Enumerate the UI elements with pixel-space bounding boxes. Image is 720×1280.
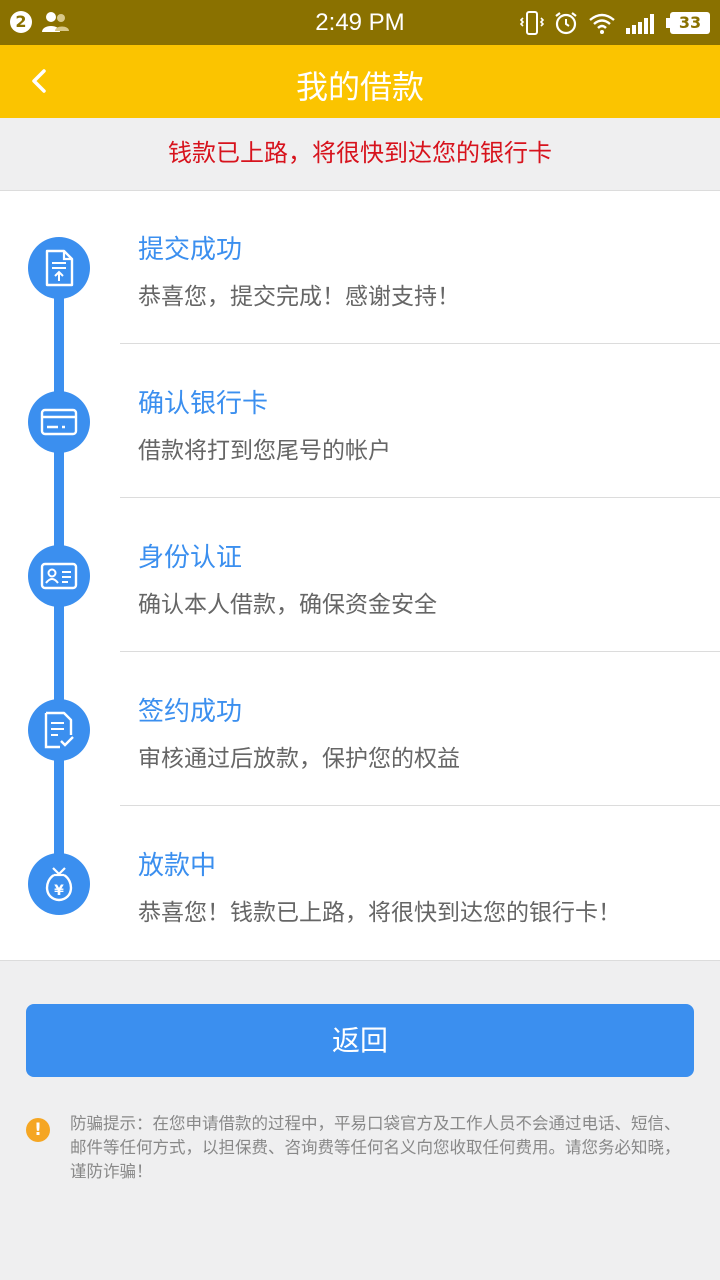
money-bag-icon: ¥: [28, 853, 90, 915]
step-description: 审核通过后放款，保护您的权益: [138, 746, 460, 772]
step-identity: 身份认证 确认本人借款，确保资金安全: [0, 499, 720, 652]
step-title: 签约成功: [138, 697, 243, 727]
document-upload-icon: [28, 237, 90, 299]
status-bar: 2 2:49 PM 33: [0, 0, 720, 45]
step-description: 确认本人借款，确保资金安全: [138, 592, 437, 618]
divider: [120, 343, 720, 344]
progress-steps: 提交成功 恭喜您，提交完成！感谢支持！ 确认银行卡 借款将打到您尾号的帐户 身份…: [0, 190, 720, 961]
status-indicators: 33: [520, 10, 710, 36]
step-description: 借款将打到您尾号的帐户: [138, 438, 391, 464]
step-description: 恭喜您！钱款已上路，将很快到达您的银行卡！: [138, 900, 621, 926]
page-title: 我的借款: [295, 68, 424, 106]
step-submitted: 提交成功 恭喜您，提交完成！感谢支持！: [0, 191, 720, 344]
alarm-icon: [555, 12, 577, 35]
anti-fraud-notice: 防骗提示：在您申请借款的过程中，平易口袋官方及工作人员不会通过电话、短信、邮件等…: [70, 1114, 681, 1181]
step-description: 恭喜您，提交完成！感谢支持！: [138, 284, 460, 310]
return-button[interactable]: 返回: [26, 1004, 694, 1077]
status-notice: 钱款已上路，将很快到达您的银行卡: [168, 139, 552, 167]
divider: [120, 651, 720, 652]
svg-text:¥: ¥: [54, 883, 64, 899]
wifi-icon: [589, 13, 615, 34]
signal-icon: [626, 14, 654, 34]
contract-check-icon: [28, 699, 90, 761]
step-title: 身份认证: [138, 543, 243, 573]
step-disbursing: ¥ 放款中 恭喜您！钱款已上路，将很快到达您的银行卡！: [0, 807, 720, 960]
step-title: 提交成功: [138, 235, 243, 265]
step-title: 确认银行卡: [138, 389, 269, 419]
step-signed: 签约成功 审核通过后放款，保护您的权益: [0, 653, 720, 806]
step-confirm-card: 确认银行卡 借款将打到您尾号的帐户: [0, 345, 720, 498]
id-card-icon: [28, 545, 90, 607]
vibrate-icon: [520, 11, 544, 35]
battery-icon: 33: [666, 12, 710, 34]
warning-icon: !: [26, 1118, 50, 1142]
divider: [120, 497, 720, 498]
title-bar: 我的借款: [0, 45, 720, 118]
bank-card-icon: [28, 391, 90, 453]
step-title: 放款中: [138, 851, 217, 881]
divider: [120, 805, 720, 806]
